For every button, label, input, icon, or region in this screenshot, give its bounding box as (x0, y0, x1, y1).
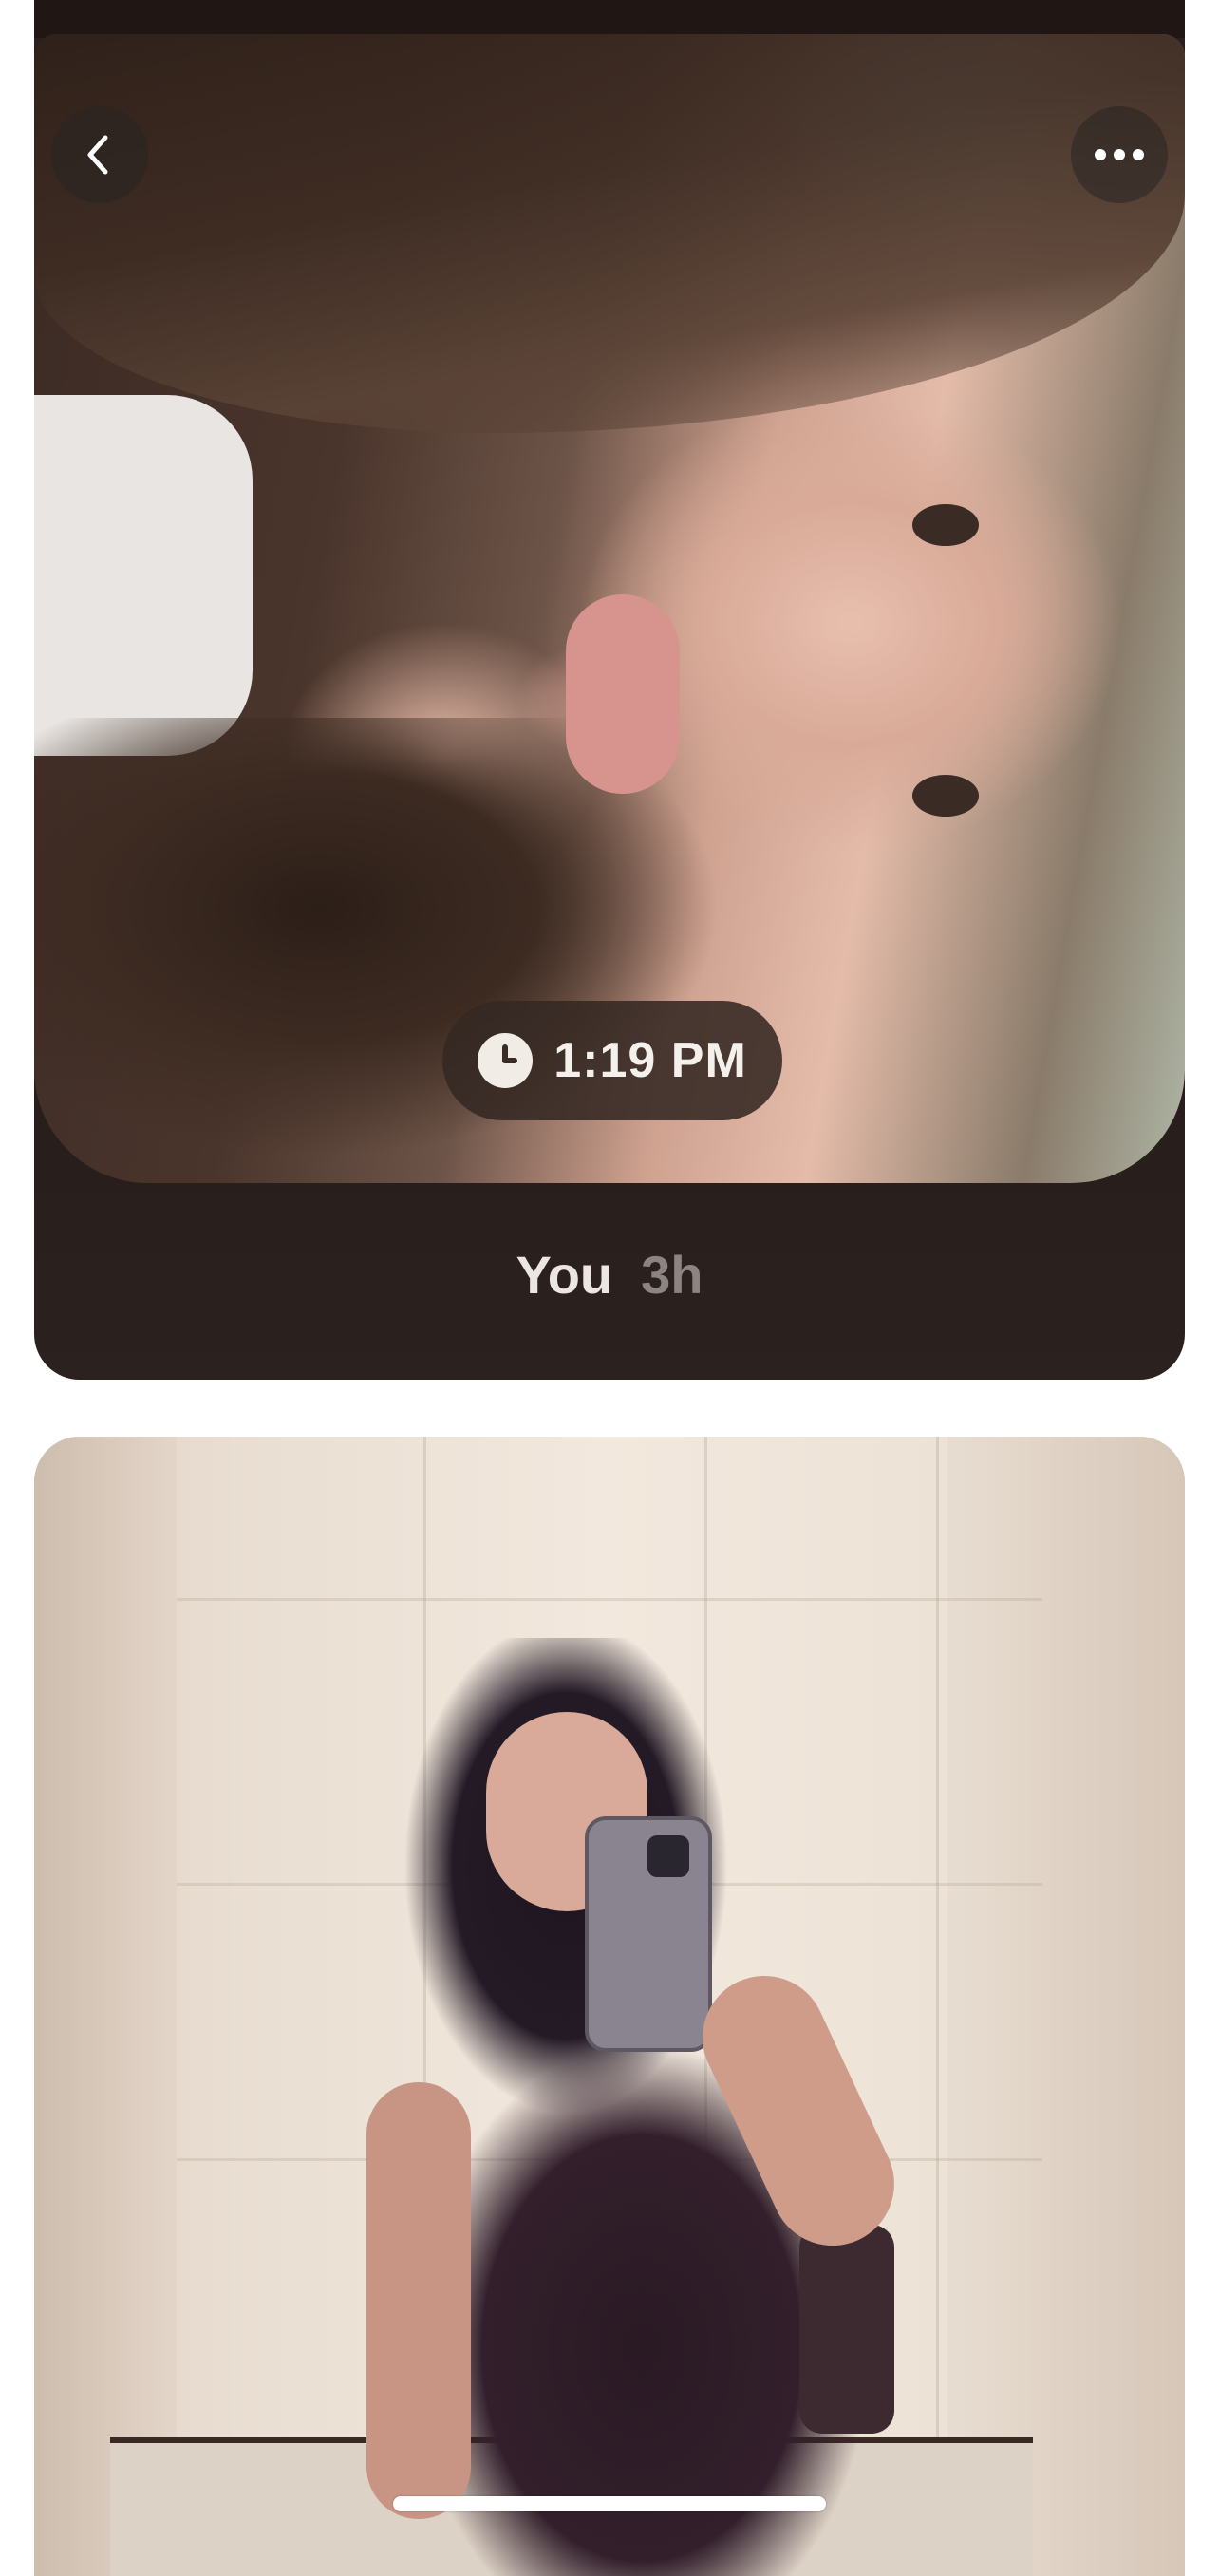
post-relative-time: 3h (641, 1245, 703, 1305)
back-button[interactable] (51, 106, 148, 203)
ellipsis-icon (1095, 149, 1144, 160)
post-card-next[interactable] (34, 1437, 1185, 2576)
photo-detail (647, 1835, 689, 1877)
post-time: 1:19 PM (553, 1033, 747, 1088)
post-time-pill: 1:19 PM (442, 1001, 782, 1120)
photo-detail (34, 395, 253, 756)
photo-detail (947, 1437, 1185, 2576)
home-indicator[interactable] (393, 2496, 826, 2511)
post-caption: You 3h (34, 1244, 1185, 1306)
post-photo-selfie[interactable]: 1:19 PM (34, 34, 1185, 1183)
post-author[interactable]: You (516, 1245, 613, 1305)
photo-detail (566, 594, 680, 794)
clock-icon (478, 1033, 534, 1088)
photo-detail (366, 2082, 471, 2519)
photo-detail (177, 1598, 1042, 1601)
photo-detail (936, 1437, 939, 2576)
photo-detail (912, 504, 979, 546)
photo-detail (34, 34, 1185, 433)
more-options-button[interactable] (1071, 106, 1168, 203)
photo-detail (912, 775, 979, 817)
photo-detail (34, 1437, 177, 2576)
post-card-current: 1:19 PM You 3h (34, 0, 1185, 1380)
chevron-left-icon (87, 135, 108, 175)
photo-detail (799, 2225, 894, 2434)
